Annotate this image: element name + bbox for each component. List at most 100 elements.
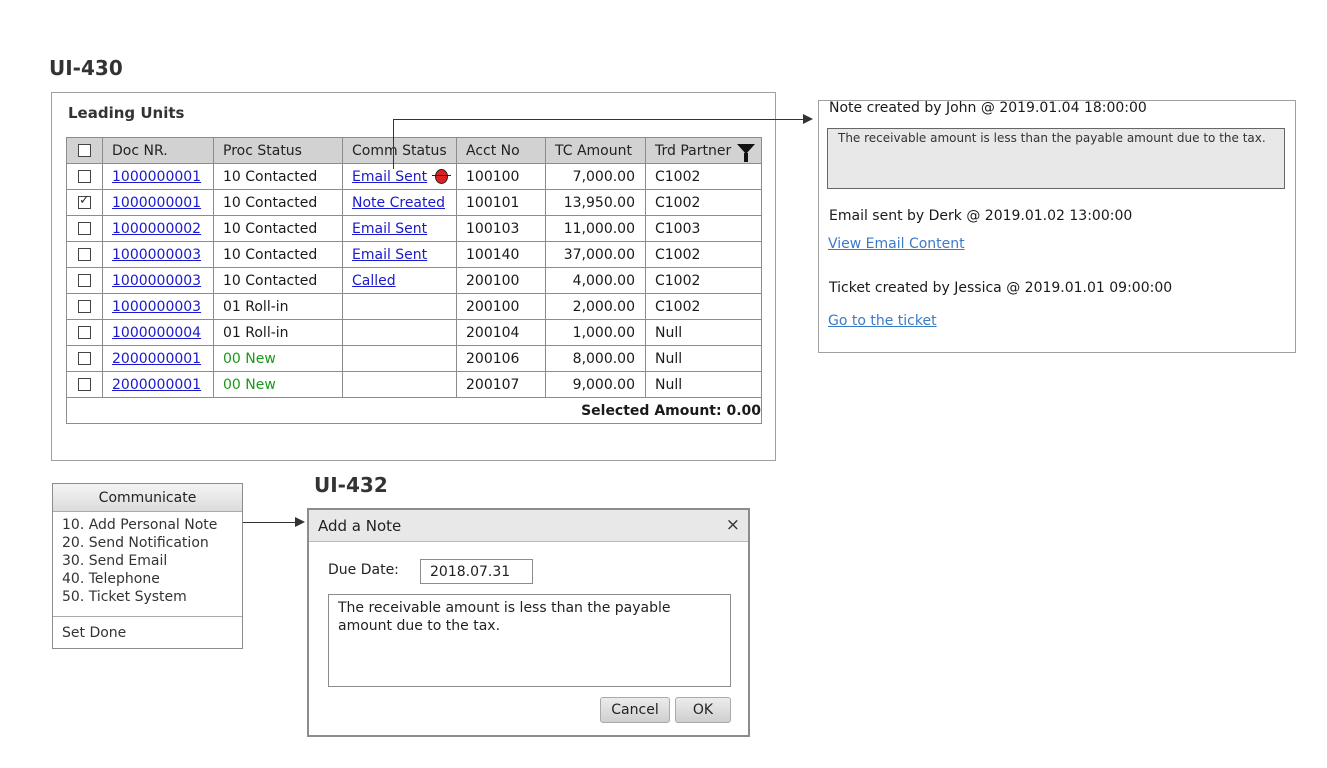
comm-status-link[interactable]: Email Sent <box>352 221 427 237</box>
column-header-doc-nr[interactable]: Doc NR. <box>102 137 214 164</box>
row-select-cell[interactable] <box>66 319 103 346</box>
row-checkbox[interactable] <box>78 248 91 261</box>
doc-nr-link[interactable]: 1000000003 <box>112 299 201 315</box>
row-select-cell[interactable] <box>66 267 103 294</box>
comm-status-cell <box>342 293 457 320</box>
select-all-checkbox[interactable] <box>78 144 91 157</box>
doc-nr-link[interactable]: 2000000001 <box>112 377 201 393</box>
comm-status-cell <box>342 371 457 398</box>
bug-icon <box>432 169 452 184</box>
doc-nr-link[interactable]: 1000000001 <box>112 169 201 185</box>
table-row[interactable]: 1000000001 10 Contacted Note Created 100101… <box>66 189 762 216</box>
row-select-cell[interactable] <box>66 241 103 268</box>
communicate-button[interactable]: Communicate <box>53 484 242 512</box>
row-checkbox[interactable] <box>78 222 91 235</box>
row-checkbox[interactable] <box>78 352 91 365</box>
row-select-cell[interactable] <box>66 215 103 242</box>
tc-amount-cell: 4,000.00 <box>545 267 646 294</box>
row-checkbox[interactable] <box>78 300 91 313</box>
trd-partner-cell: C1002 <box>645 293 762 320</box>
doc-nr-cell: 1000000004 <box>102 319 214 346</box>
menu-connector-line <box>243 522 295 523</box>
comm-status-link[interactable]: Email Sent <box>352 247 427 263</box>
connector-line-vertical <box>393 119 394 169</box>
table-row[interactable]: 1000000003 01 Roll-in 200100 2,000.00 C1002 <box>66 293 762 320</box>
doc-nr-link[interactable]: 1000000002 <box>112 221 201 237</box>
select-all-header[interactable] <box>66 137 103 164</box>
row-select-cell[interactable] <box>66 345 103 372</box>
comm-status-link[interactable]: Email Sent <box>352 169 427 185</box>
row-checkbox[interactable] <box>78 326 91 339</box>
doc-nr-cell: 1000000002 <box>102 215 214 242</box>
table-row[interactable]: 1000000004 01 Roll-in 200104 1,000.00 Null <box>66 319 762 346</box>
doc-nr-link[interactable]: 2000000001 <box>112 351 201 367</box>
row-checkbox[interactable] <box>78 170 91 183</box>
acct-no-cell: 200104 <box>456 319 546 346</box>
menu-item-telephone[interactable]: 40. Telephone <box>62 571 160 587</box>
menu-item-send-email[interactable]: 30. Send Email <box>62 553 167 569</box>
row-checkbox[interactable] <box>78 193 91 209</box>
acct-no-cell: 100103 <box>456 215 546 242</box>
acct-no-cell: 100140 <box>456 241 546 268</box>
doc-nr-link[interactable]: 1000000004 <box>112 325 201 341</box>
comm-status-link[interactable]: Called <box>352 273 396 289</box>
row-select-cell[interactable] <box>66 189 103 216</box>
selected-amount-total: Selected Amount: 0.00 <box>66 397 762 424</box>
menu-item-send-notification[interactable]: 20. Send Notification <box>62 535 209 551</box>
proc-status-cell: 10 Contacted <box>213 163 343 190</box>
doc-nr-cell: 2000000001 <box>102 345 214 372</box>
acct-no-cell: 100101 <box>456 189 546 216</box>
column-header-trd-partner[interactable]: Trd Partner <box>645 137 762 164</box>
doc-nr-link[interactable]: 1000000003 <box>112 273 201 289</box>
view-email-content-link[interactable]: View Email Content <box>828 236 965 252</box>
row-select-cell[interactable] <box>66 293 103 320</box>
column-header-proc-status[interactable]: Proc Status <box>213 137 343 164</box>
due-date-input[interactable] <box>420 559 533 584</box>
acct-no-cell: 200107 <box>456 371 546 398</box>
filter-icon[interactable] <box>737 144 755 162</box>
doc-nr-cell: 2000000001 <box>102 371 214 398</box>
leading-units-title: Leading Units <box>68 104 185 122</box>
doc-nr-cell: 1000000001 <box>102 163 214 190</box>
row-select-cell[interactable] <box>66 163 103 190</box>
table-row[interactable]: 1000000003 10 Contacted Email Sent 100140 37… <box>66 241 762 268</box>
proc-status-cell: 01 Roll-in <box>213 293 343 320</box>
table-row[interactable]: 1000000001 10 Contacted Email Sent 100100 7,… <box>66 163 762 190</box>
table-row[interactable]: 1000000002 10 Contacted Email Sent 100103 11… <box>66 215 762 242</box>
note-textarea[interactable]: The receivable amount is less than the p… <box>328 594 731 687</box>
comm-status-link[interactable]: Note Created <box>352 195 445 211</box>
column-header-acct-no[interactable]: Acct No <box>456 137 546 164</box>
proc-status-cell: 00 New <box>213 371 343 398</box>
acct-no-cell: 200106 <box>456 345 546 372</box>
table-row[interactable]: 2000000001 00 New 200106 8,000.00 Null <box>66 345 762 372</box>
comm-status-cell: Email Sent <box>342 163 457 190</box>
menu-connector-arrowhead <box>295 517 305 527</box>
column-header-comm-status[interactable]: Comm Status <box>342 137 457 164</box>
column-header-tc-amount[interactable]: TC Amount <box>545 137 646 164</box>
communicate-menu: Communicate 10. Add Personal Note 20. Se… <box>52 483 243 649</box>
close-icon[interactable]: × <box>726 515 740 535</box>
table-row[interactable]: 1000000003 10 Contacted Called 200100 4,000.… <box>66 267 762 294</box>
table-row[interactable]: 2000000001 00 New 200107 9,000.00 Null <box>66 371 762 398</box>
tc-amount-cell: 9,000.00 <box>545 371 646 398</box>
menu-item-ticket-system[interactable]: 50. Ticket System <box>62 589 187 605</box>
comm-status-cell <box>342 345 457 372</box>
tc-amount-cell: 2,000.00 <box>545 293 646 320</box>
tc-amount-cell: 7,000.00 <box>545 163 646 190</box>
menu-item-add-personal-note[interactable]: 10. Add Personal Note <box>62 517 217 533</box>
ok-button[interactable]: OK <box>675 697 731 723</box>
doc-nr-link[interactable]: 1000000003 <box>112 247 201 263</box>
row-checkbox[interactable] <box>78 378 91 391</box>
menu-divider <box>53 616 242 617</box>
note-content-box: The receivable amount is less than the p… <box>827 128 1285 189</box>
tc-amount-cell: 11,000.00 <box>545 215 646 242</box>
row-checkbox[interactable] <box>78 274 91 287</box>
note-header: Note created by John @ 2019.01.04 18:00:… <box>829 100 1147 116</box>
go-to-ticket-link[interactable]: Go to the ticket <box>828 313 937 329</box>
cancel-button[interactable]: Cancel <box>600 697 670 723</box>
row-select-cell[interactable] <box>66 371 103 398</box>
menu-item-set-done[interactable]: Set Done <box>62 625 126 641</box>
doc-nr-cell: 1000000001 <box>102 189 214 216</box>
doc-nr-link[interactable]: 1000000001 <box>112 195 201 211</box>
trd-partner-cell: Null <box>645 319 762 346</box>
